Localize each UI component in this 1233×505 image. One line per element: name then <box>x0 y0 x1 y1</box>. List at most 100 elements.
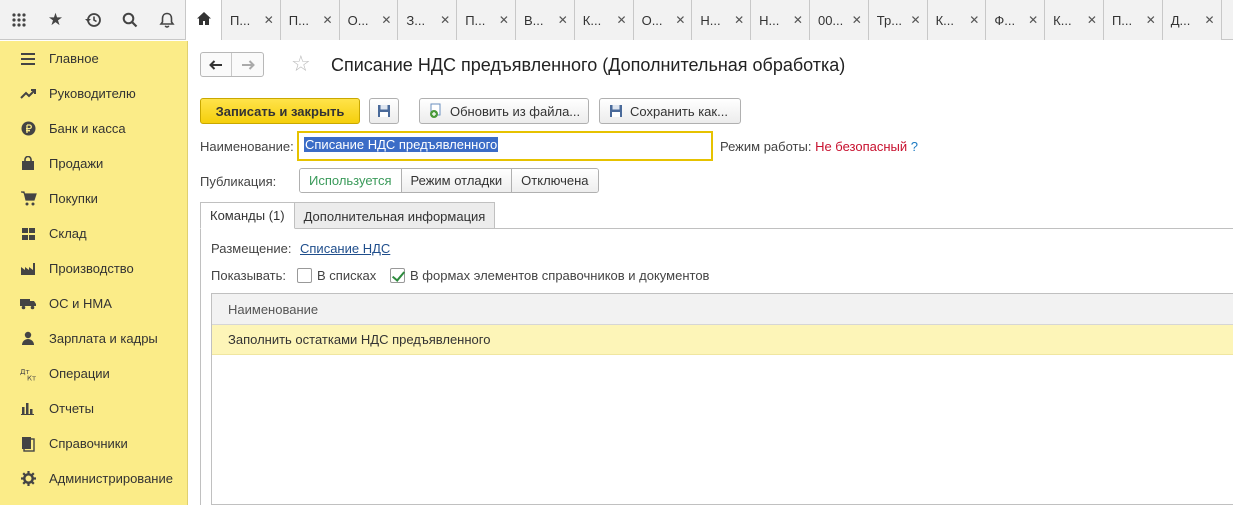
sidebar: Главное Руководителю Банк и касса Продажи По… <box>0 41 188 505</box>
mode-value[interactable]: Не безопасный <box>815 139 907 154</box>
sidebar-item-label: Банк и касса <box>49 121 126 136</box>
publication-option[interactable]: Отключена <box>512 169 598 192</box>
close-icon[interactable]: ✕ <box>264 13 274 27</box>
sidebar-item[interactable]: Продажи <box>0 146 187 181</box>
back-button[interactable] <box>201 53 233 76</box>
close-icon[interactable]: ✕ <box>1146 13 1156 27</box>
close-icon[interactable]: ✕ <box>558 13 568 27</box>
sidebar-item-label: Покупки <box>49 191 98 206</box>
open-tab[interactable]: Тр... ✕ <box>868 0 928 40</box>
publication-option[interactable]: Режим отладки <box>401 169 513 192</box>
open-tab[interactable]: К... ✕ <box>1045 0 1104 40</box>
sidebar-item[interactable]: Покупки <box>0 181 187 216</box>
open-tab[interactable]: О... ✕ <box>633 0 693 40</box>
mode-row: Режим работы: Не безопасный ? <box>720 139 918 154</box>
sidebar-item[interactable]: Отчеты <box>0 391 187 426</box>
close-icon[interactable]: ✕ <box>617 13 627 27</box>
gear-icon <box>18 471 38 487</box>
tab-label: О... <box>347 12 369 28</box>
open-tab[interactable]: П... ✕ <box>280 0 340 40</box>
forward-button[interactable] <box>232 53 263 76</box>
bar-chart-icon <box>18 401 38 417</box>
name-value: Списание НДС предъявленного <box>304 137 499 152</box>
close-icon[interactable]: ✕ <box>499 13 509 27</box>
arrow-right-icon <box>241 59 255 70</box>
close-icon[interactable]: ✕ <box>911 13 921 27</box>
open-tab[interactable]: К... ✕ <box>927 0 987 40</box>
tab-label: К... <box>1053 12 1072 28</box>
open-tab[interactable]: К... ✕ <box>574 0 634 40</box>
tab-label: В... <box>523 12 544 28</box>
svg-text:Кт: Кт <box>27 374 36 381</box>
factory-icon <box>18 261 38 277</box>
notifications-bell-icon[interactable] <box>148 0 185 40</box>
open-tab[interactable]: П... ✕ <box>457 0 516 40</box>
close-icon[interactable]: ✕ <box>675 13 685 27</box>
open-tab[interactable]: Н... ✕ <box>751 0 810 40</box>
save-as-button[interactable]: Сохранить как... <box>599 98 741 124</box>
sidebar-item[interactable]: Банк и касса <box>0 111 187 146</box>
open-tab[interactable]: В... ✕ <box>515 0 575 40</box>
name-input[interactable]: Списание НДС предъявленного <box>297 131 713 161</box>
publication-selector: Используется Режим отладки Отключена <box>299 168 599 193</box>
mode-help-icon[interactable]: ? <box>911 139 918 154</box>
show-in-lists-checkbox[interactable] <box>297 268 312 283</box>
sidebar-item[interactable]: Склад <box>0 216 187 251</box>
close-icon[interactable]: ✕ <box>734 13 744 27</box>
sidebar-item[interactable]: ОС и НМА <box>0 286 187 321</box>
save-and-close-button[interactable]: Записать и закрыть <box>200 98 360 124</box>
close-icon[interactable]: ✕ <box>969 13 979 27</box>
sidebar-item[interactable]: Руководителю <box>0 76 187 111</box>
open-tab[interactable]: Н... ✕ <box>692 0 752 40</box>
main-form: ☆ Списание НДС предъявленного (Дополните… <box>189 41 1233 505</box>
form-tab[interactable]: Команды (1) <box>200 202 295 229</box>
apps-grid-icon[interactable] <box>0 0 37 40</box>
sidebar-item-label: Зарплата и кадры <box>49 331 158 346</box>
tab-label: К... <box>935 12 954 28</box>
form-tab[interactable]: Дополнительная информация <box>293 202 496 229</box>
open-tab[interactable]: П... ✕ <box>222 0 281 40</box>
sidebar-item[interactable]: Производство <box>0 251 187 286</box>
open-tab[interactable]: З... ✕ <box>398 0 458 40</box>
update-from-file-button[interactable]: Обновить из файла... <box>419 98 589 124</box>
sidebar-item[interactable]: Администрирование <box>0 461 187 496</box>
trend-icon <box>18 86 38 102</box>
sidebar-item-label: Операции <box>49 366 110 381</box>
warehouse-grid-icon <box>18 226 38 242</box>
open-tab[interactable]: 00... ✕ <box>809 0 869 40</box>
tab-label: К... <box>582 12 602 28</box>
sidebar-item[interactable]: Главное <box>0 41 187 76</box>
close-icon[interactable]: ✕ <box>323 13 333 27</box>
update-file-icon <box>428 103 444 119</box>
sidebar-item[interactable]: Справочники <box>0 426 187 461</box>
tab-label: О... <box>641 12 663 28</box>
sidebar-item[interactable]: Зарплата и кадры <box>0 321 187 356</box>
table-row[interactable]: Заполнить остатками НДС предъявленного <box>212 325 1233 355</box>
close-icon[interactable]: ✕ <box>1204 13 1214 27</box>
close-icon[interactable]: ✕ <box>852 13 862 27</box>
open-tab[interactable]: О... ✕ <box>339 0 399 40</box>
close-icon[interactable]: ✕ <box>381 13 391 27</box>
open-tab[interactable]: П... ✕ <box>1103 0 1163 40</box>
sidebar-item[interactable]: Дт Кт Операции <box>0 356 187 391</box>
history-nav <box>200 52 264 77</box>
history-icon[interactable] <box>74 0 111 40</box>
mode-label: Режим работы: <box>720 139 812 154</box>
name-label: Наименование: <box>200 139 294 154</box>
search-icon[interactable] <box>111 0 148 40</box>
close-icon[interactable]: ✕ <box>1087 13 1097 27</box>
close-icon[interactable]: ✕ <box>1028 13 1038 27</box>
placement-link[interactable]: Списание НДС <box>300 241 390 256</box>
open-tab[interactable]: Д... ✕ <box>1162 0 1222 40</box>
favorites-star-icon[interactable]: ★ <box>37 0 74 40</box>
save-button[interactable] <box>369 98 399 124</box>
table-header[interactable]: Наименование <box>212 294 1233 325</box>
open-tab[interactable]: Ф... ✕ <box>986 0 1046 40</box>
show-in-forms-checkbox[interactable] <box>390 268 405 283</box>
favorite-star-icon[interactable]: ☆ <box>291 53 311 75</box>
close-icon[interactable]: ✕ <box>440 13 450 27</box>
menu-lines-icon <box>18 51 38 67</box>
close-icon[interactable]: ✕ <box>793 13 803 27</box>
publication-option[interactable]: Используется <box>300 169 402 192</box>
home-tab[interactable] <box>185 0 222 40</box>
